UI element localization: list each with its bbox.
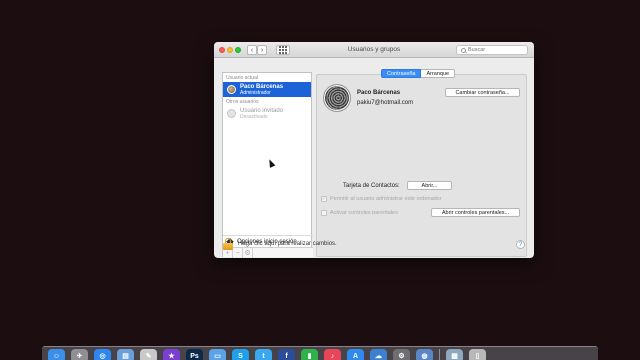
system-preferences-icon[interactable]: ⚙ <box>393 349 410 360</box>
folder-icon[interactable]: ▭ <box>209 349 226 360</box>
twitter-icon[interactable]: t <box>255 349 272 360</box>
facebook-icon[interactable]: f <box>278 349 295 360</box>
open-parental-controls-button[interactable]: Abrir controles parentales... <box>431 208 520 217</box>
dock-separator <box>439 349 440 360</box>
user-email: pakiu7@hotmail.com <box>357 100 414 106</box>
action-menu-button[interactable]: ⚙ <box>243 248 253 258</box>
imovie-icon[interactable]: ★ <box>163 349 180 360</box>
checkmark-icon: ✓ <box>321 195 327 202</box>
finder-app-icon[interactable]: ☁ <box>370 349 387 360</box>
numbers-icon[interactable]: ▮ <box>301 349 318 360</box>
parental-controls-label: Activar controles parentales <box>330 210 398 216</box>
launchpad-icon[interactable]: ✈ <box>71 349 88 360</box>
open-contacts-button[interactable]: Abrir... <box>407 181 452 190</box>
search-input[interactable] <box>468 47 524 53</box>
list-actions-bar: + − ⚙ <box>223 247 313 258</box>
finder-icon[interactable]: ☺ <box>48 349 65 360</box>
preview-icon[interactable]: ▤ <box>117 349 134 360</box>
title-bar: ‹ › Usuarios y grupos <box>214 42 534 58</box>
other-users-section-label: Otros usuarios <box>226 99 259 105</box>
current-user-section-label: Usuario actual <box>226 75 258 81</box>
user-role: Desactivado <box>240 113 268 120</box>
remove-user-button[interactable]: − <box>233 248 243 258</box>
users-groups-window: ‹ › Usuarios y grupos Usuario actual Pac… <box>214 42 534 258</box>
allow-admin-checkbox[interactable]: ✓ Permitir al usuario administrar este o… <box>321 196 442 202</box>
trash-icon[interactable]: ▯ <box>469 349 486 360</box>
users-list-panel: Usuario actual Paco Bárcenas Administrad… <box>222 72 313 258</box>
tab-startup[interactable]: Arranque <box>421 69 456 78</box>
search-icon <box>461 47 466 53</box>
user-picture[interactable] <box>323 84 351 112</box>
dock: ☺ ✈ ◎ ▤ ✎ ★ Ps ▭ St f ▮ ♪ A ☁ ⚙ ◍ ▦ ▯ <box>42 346 598 360</box>
user-name: Usuario invitado <box>240 107 284 114</box>
change-password-button[interactable]: Cambiar contraseña... <box>445 88 520 97</box>
lock-icon[interactable] <box>223 238 233 250</box>
checkbox-box <box>321 210 327 216</box>
guest-avatar <box>227 109 236 118</box>
contacts-card-label: Tarjeta de Contactos: <box>343 183 400 189</box>
music-icon[interactable]: ♪ <box>324 349 341 360</box>
user-item-current[interactable]: Paco Bárcenas Administrador <box>223 82 311 97</box>
user-full-name: Paco Bárcenas <box>357 90 401 96</box>
downloads-icon[interactable]: ▦ <box>446 349 463 360</box>
allow-admin-label: Permitir al usuario administrar este ord… <box>330 196 442 202</box>
user-name: Paco Bárcenas <box>240 83 284 90</box>
user-item-guest[interactable]: Usuario invitado Desactivado <box>223 106 311 121</box>
tab-bar: Contraseña Arranque <box>381 69 456 78</box>
help-button[interactable]: ? <box>516 240 525 249</box>
tab-password[interactable]: Contraseña <box>381 69 422 78</box>
parental-controls-checkbox[interactable]: Activar controles parentales <box>321 210 398 216</box>
avatar <box>227 85 236 94</box>
appstore-icon[interactable]: A <box>347 349 364 360</box>
lock-message: Haga clic aquí para realizar cambios. <box>238 241 337 247</box>
skype-icon[interactable]: S <box>232 349 249 360</box>
network-icon[interactable]: ◍ <box>416 349 433 360</box>
safari-icon[interactable]: ◎ <box>94 349 111 360</box>
search-field[interactable] <box>456 45 528 55</box>
user-role: Administrador <box>240 89 271 96</box>
photoshop-icon[interactable]: Ps <box>186 349 203 360</box>
textedit-icon[interactable]: ✎ <box>140 349 157 360</box>
